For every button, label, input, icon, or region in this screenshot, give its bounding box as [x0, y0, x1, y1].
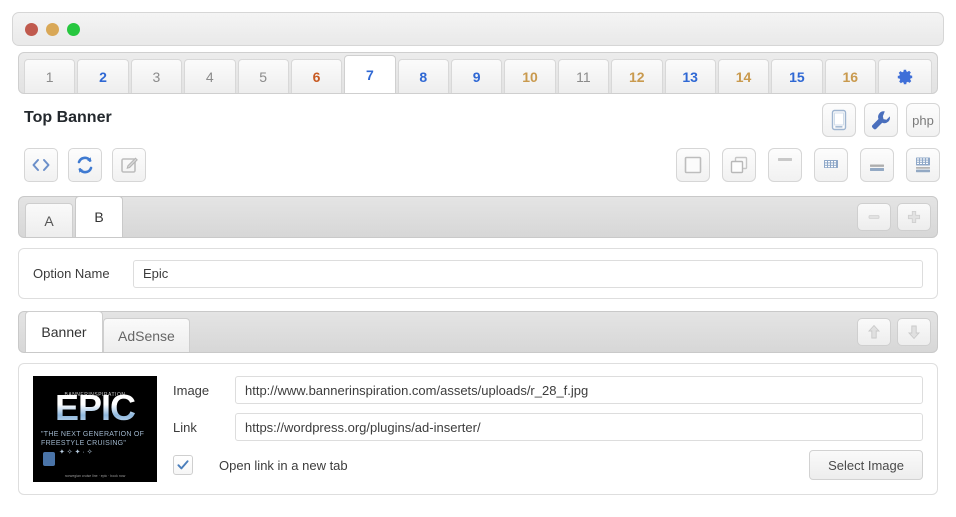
thumbnail-tagline: "THE NEXT GENERATION OF FREESTYLE CRUISI…	[41, 431, 145, 448]
new-tab-row: Open link in a new tab Select Image	[173, 450, 923, 480]
block-tab-1[interactable]: 1	[24, 59, 76, 93]
stacked-windows-icon	[730, 156, 748, 174]
content-grid-button[interactable]	[814, 148, 848, 182]
close-window-button[interactable]	[25, 23, 38, 36]
frame-square-button[interactable]	[676, 148, 710, 182]
block-tab-10[interactable]: 10	[504, 59, 556, 93]
block-tab-14[interactable]: 14	[717, 59, 770, 93]
content-grid-icon	[824, 160, 838, 168]
right-top-toolbar: php	[822, 103, 940, 137]
add-ab-tab-button[interactable]	[897, 203, 931, 231]
arrow-down-icon	[907, 325, 921, 340]
ab-tab-a[interactable]: A	[25, 203, 73, 237]
header-bar-icon	[778, 158, 792, 161]
code-brackets-button[interactable]	[24, 148, 58, 182]
banner-content-panel: BANNERINSPIRATION EPIC "THE NEXT GENERAT…	[18, 363, 938, 495]
open-in-new-tab-checkbox[interactable]	[173, 455, 193, 475]
open-in-new-tab-label: Open link in a new tab	[219, 457, 348, 473]
thumbnail-logo-icon	[43, 452, 55, 466]
link-url-input[interactable]: https://wordpress.org/plugins/ad-inserte…	[235, 413, 923, 441]
left-toolbar	[24, 148, 146, 182]
full-layout-icon	[916, 157, 930, 173]
link-field-row: Link https://wordpress.org/plugins/ad-in…	[173, 413, 923, 441]
option-name-panel: Option Name Epic	[18, 248, 938, 299]
edit-pencil-icon	[120, 156, 138, 173]
block-tab-5[interactable]: 5	[237, 59, 289, 93]
wrench-icon	[872, 111, 890, 130]
select-image-button[interactable]: Select Image	[809, 450, 923, 480]
frame-square-icon	[684, 156, 702, 174]
block-tab-2[interactable]: 2	[77, 59, 129, 93]
php-code-button[interactable]: php	[906, 103, 940, 137]
block-tab-15[interactable]: 15	[771, 59, 823, 93]
settings-wrench-button[interactable]	[864, 103, 898, 137]
checkmark-icon	[177, 460, 189, 470]
app-window: 1 2 3 4 5 6 7 8 9 10 11 12 13 14 15 16 Top Banner	[0, 0, 956, 517]
thumbnail-sparkles-icon: ✦ ✧ ✦ · ✧	[59, 449, 93, 456]
block-settings-button[interactable]	[878, 59, 932, 93]
content-tab-adsense[interactable]: AdSense	[103, 318, 190, 352]
banner-thumbnail[interactable]: BANNERINSPIRATION EPIC "THE NEXT GENERAT…	[33, 376, 157, 482]
block-tab-16[interactable]: 16	[824, 59, 876, 93]
arrow-up-icon	[867, 324, 881, 339]
block-tab-strip: 1 2 3 4 5 6 7 8 9 10 11 12 13 14 15 16	[18, 52, 938, 94]
header-bar-button[interactable]	[768, 148, 802, 182]
ab-tab-strip: AB	[18, 196, 938, 238]
window-titlebar	[12, 12, 944, 46]
block-tab-12[interactable]: 12	[611, 59, 663, 93]
footer-bar-icon	[870, 164, 884, 171]
block-tab-11[interactable]: 11	[557, 59, 610, 93]
full-layout-button[interactable]	[906, 148, 940, 182]
block-tab-6[interactable]: 6	[290, 59, 343, 93]
block-tab-3[interactable]: 3	[130, 59, 183, 93]
content-tab-strip: Banner AdSense	[18, 311, 938, 353]
link-label: Link	[173, 419, 197, 435]
maximize-window-button[interactable]	[67, 23, 80, 36]
content-tab-banner[interactable]: Banner	[25, 311, 103, 352]
php-icon: php	[912, 112, 934, 128]
block-tab-7[interactable]: 7	[344, 55, 396, 93]
move-up-button[interactable]	[857, 318, 891, 346]
remove-ab-tab-button[interactable]	[857, 203, 891, 231]
plus-icon	[907, 210, 921, 224]
thumbnail-footer: norwegian cruise line · epic · book now	[64, 474, 126, 478]
sync-refresh-icon	[77, 156, 93, 174]
block-tab-9[interactable]: 9	[451, 59, 503, 93]
banner-fields: Image http://www.bannerinspiration.com/a…	[173, 376, 923, 482]
move-down-button[interactable]	[897, 318, 931, 346]
right-bottom-toolbar	[676, 148, 940, 182]
gear-icon	[897, 69, 913, 84]
window-controls	[25, 23, 80, 36]
option-name-label: Option Name	[33, 266, 110, 281]
image-field-row: Image http://www.bannerinspiration.com/a…	[173, 376, 923, 404]
mobile-preview-button[interactable]	[822, 103, 856, 137]
code-brackets-icon	[32, 159, 50, 171]
edit-button[interactable]	[112, 148, 146, 182]
ab-tab-b[interactable]: B	[75, 196, 123, 237]
page-title: Top Banner	[24, 109, 112, 126]
minimize-window-button[interactable]	[46, 23, 59, 36]
thumbnail-title: EPIC	[33, 390, 157, 426]
option-name-input[interactable]: Epic	[133, 259, 923, 288]
block-tab-13[interactable]: 13	[664, 59, 716, 93]
image-label: Image	[173, 382, 210, 398]
reload-button[interactable]	[68, 148, 102, 182]
footer-bar-button[interactable]	[860, 148, 894, 182]
block-tab-4[interactable]: 4	[184, 59, 236, 93]
duplicate-windows-button[interactable]	[722, 148, 756, 182]
image-url-input[interactable]: http://www.bannerinspiration.com/assets/…	[235, 376, 923, 404]
mobile-device-icon	[831, 109, 847, 131]
minus-icon	[868, 215, 880, 219]
block-tab-8[interactable]: 8	[397, 59, 449, 93]
